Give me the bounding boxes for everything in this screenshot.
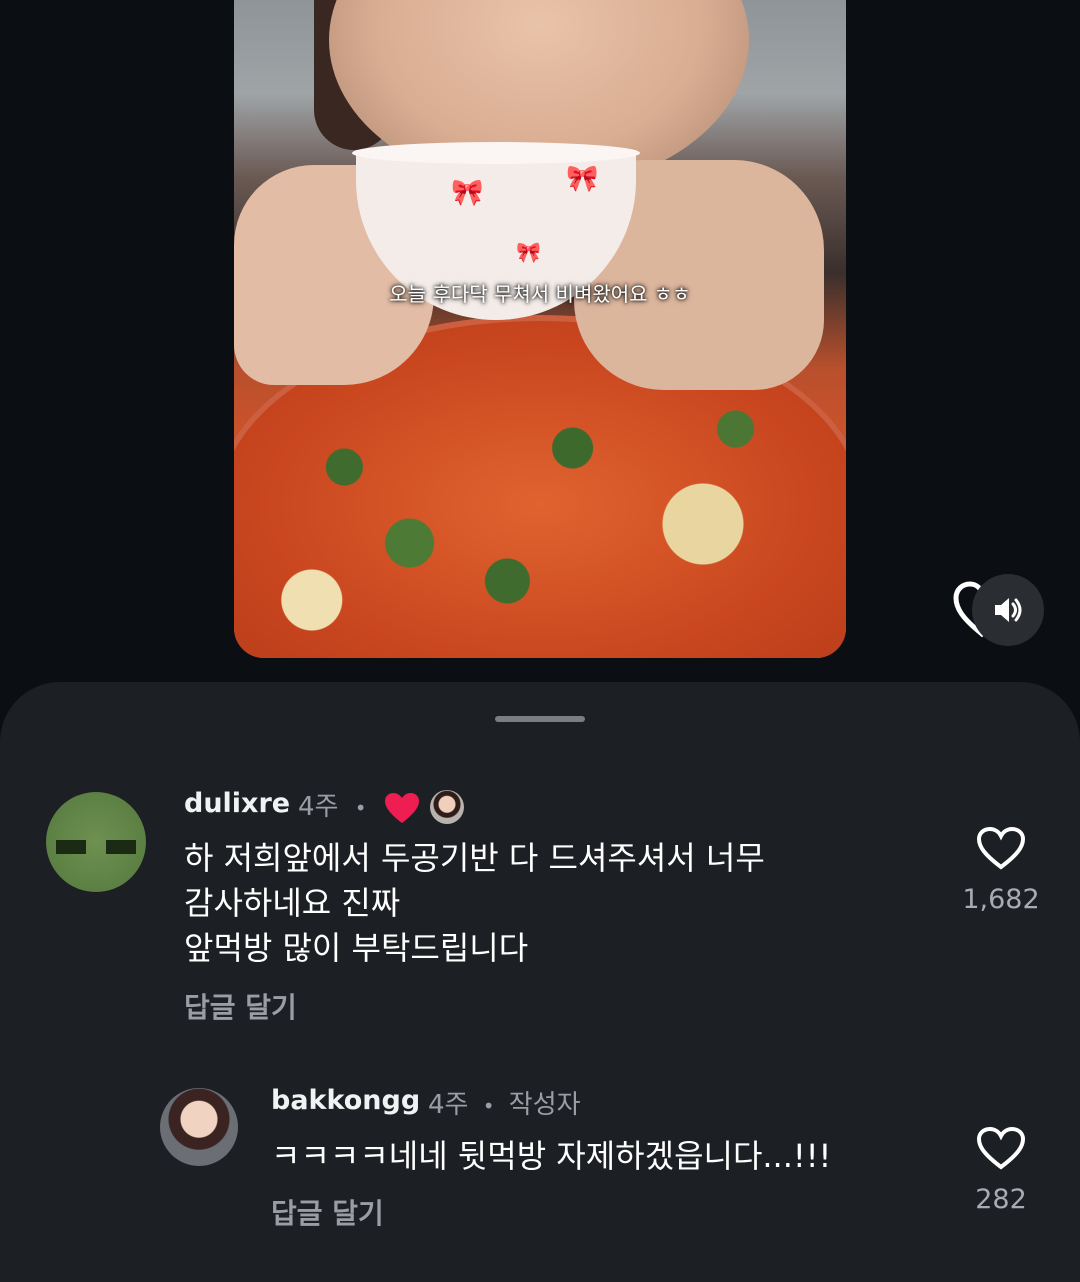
separator-dot: •: [354, 796, 367, 820]
like-heart-icon[interactable]: [976, 1126, 1026, 1170]
avatar[interactable]: [46, 792, 146, 892]
video-player[interactable]: 🎀 🎀 🎀 오늘 후다닥 무쳐서 비벼왔어요 ㅎㅎ: [234, 0, 846, 658]
author-badge: 작성자: [508, 1090, 581, 1120]
avatar[interactable]: [160, 1088, 238, 1166]
comment-username[interactable]: dulixre: [184, 788, 290, 819]
like-count: 282: [975, 1184, 1027, 1215]
creator-liked-heart-icon: [385, 793, 419, 823]
comment-time: 4주 •: [298, 786, 367, 823]
volume-icon: [995, 598, 1022, 622]
comment-time-value: 4주: [298, 792, 339, 822]
separator-dot: •: [482, 1094, 495, 1118]
like-count: 1,682: [962, 884, 1040, 915]
reply-button[interactable]: 답글 달기: [184, 986, 297, 1026]
video-frame-bowl-rim: [352, 142, 640, 164]
creator-avatar-mini: [430, 790, 464, 824]
reply-button[interactable]: 답글 달기: [271, 1192, 384, 1232]
comments-sheet: dulixre 4주 • 하 저희앞에서 두공기반 다 드셔주셔서 너무 감사하…: [0, 682, 1080, 1282]
comment-text: ㅋㅋㅋㅋ네네 뒷먹방 자제하겠읍니다...!!!: [271, 1137, 832, 1175]
video-caption: 오늘 후다닥 무쳐서 비벼왔어요 ㅎㅎ: [389, 282, 691, 306]
sound-toggle-button[interactable]: [972, 574, 1044, 646]
comment-username[interactable]: bakkongg: [271, 1085, 420, 1116]
like-heart-icon[interactable]: [976, 826, 1026, 870]
comment-text: 하 저희앞에서 두공기반 다 드셔주셔서 너무 감사하네요 진짜 앞먹방 많이 …: [184, 839, 765, 967]
sheet-drag-handle[interactable]: [495, 716, 585, 722]
comment-time-value: 4주: [428, 1090, 469, 1120]
comment-meta: 4주 • 작성자: [428, 1084, 581, 1121]
